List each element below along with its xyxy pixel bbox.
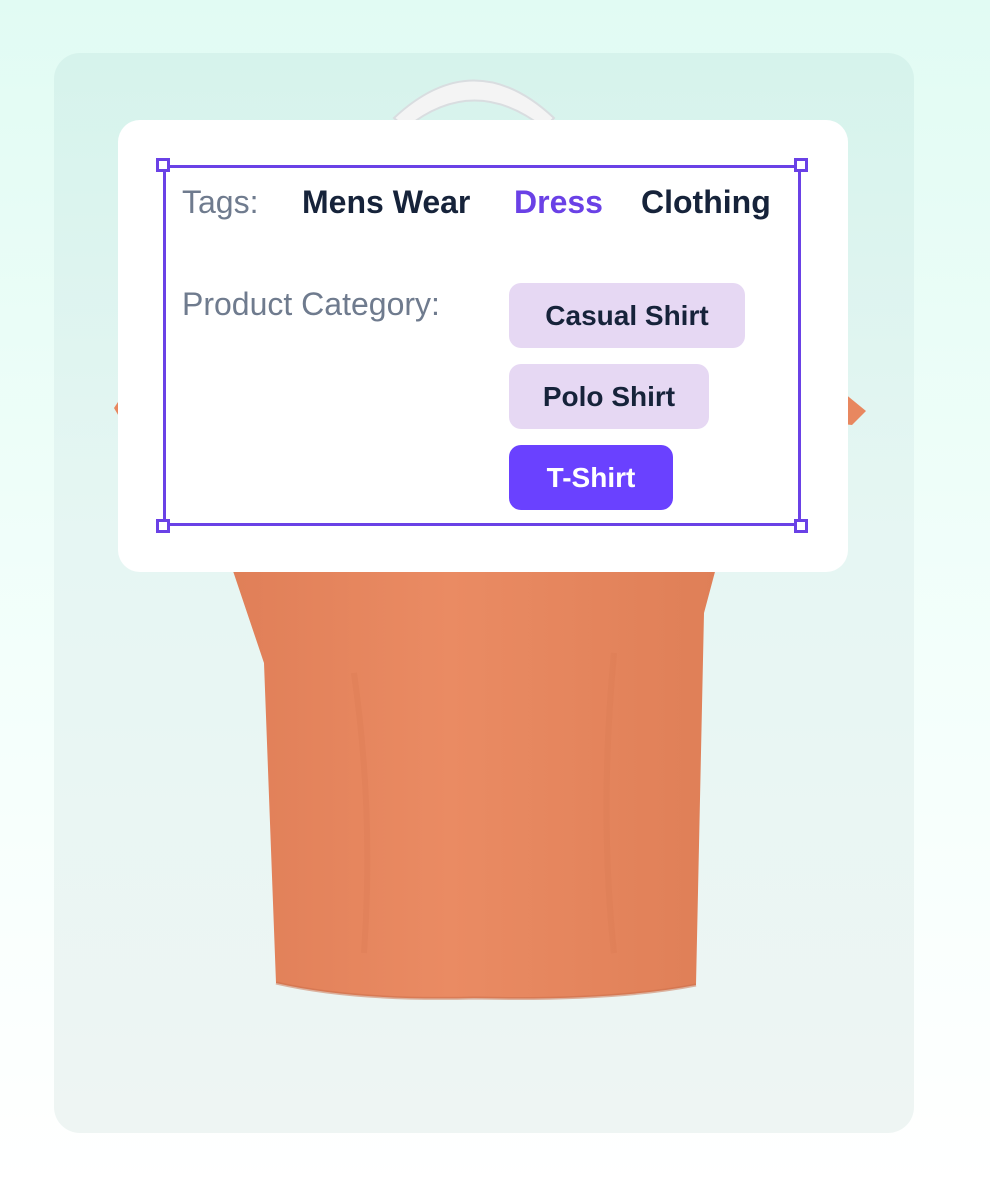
- category-chip-polo-shirt[interactable]: Polo Shirt: [509, 364, 709, 429]
- tag-mens-wear[interactable]: Mens Wear: [302, 183, 470, 221]
- resize-handle-top-left[interactable]: [156, 158, 170, 172]
- tags-label: Tags:: [182, 184, 259, 220]
- tag-dress[interactable]: Dress: [514, 183, 603, 221]
- product-category-label: Product Category:: [182, 286, 440, 322]
- resize-handle-bottom-left[interactable]: [156, 519, 170, 533]
- category-chip-casual-shirt[interactable]: Casual Shirt: [509, 283, 745, 348]
- category-chip-t-shirt[interactable]: T-Shirt: [509, 445, 673, 510]
- resize-handle-bottom-right[interactable]: [794, 519, 808, 533]
- tag-clothing[interactable]: Clothing: [641, 183, 771, 221]
- resize-handle-top-right[interactable]: [794, 158, 808, 172]
